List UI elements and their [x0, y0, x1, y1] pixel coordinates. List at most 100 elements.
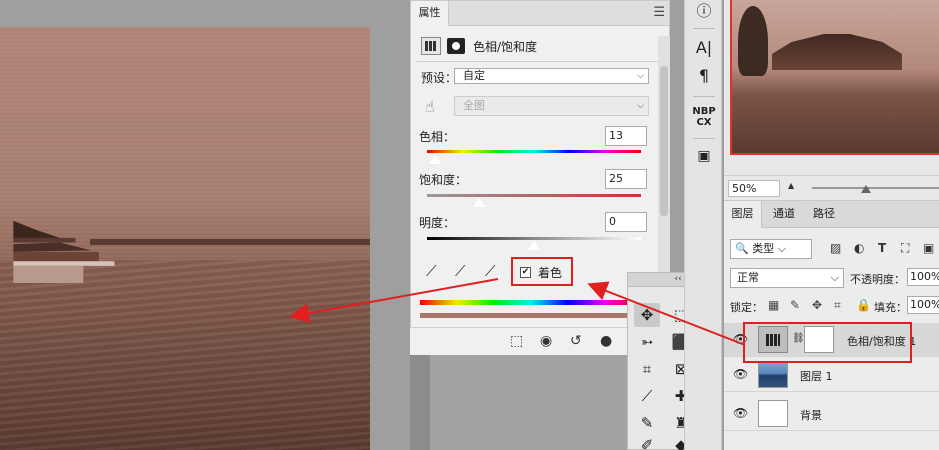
panel-icon-strip: ⓘ A| ¶ NBP CX ▣ — [684, 0, 722, 450]
chevron-down-icon: ⌵ — [637, 71, 644, 81]
panel-menu-icon[interactable]: ☰ — [653, 5, 665, 20]
eye-icon[interactable]: 👁 — [733, 406, 748, 420]
lightness-label: 明度： — [419, 216, 456, 230]
saturation-input[interactable]: 25 — [605, 169, 647, 189]
layer-name: 背景 — [800, 409, 822, 422]
eyedropper-plus-icon[interactable]: ⟋ — [455, 262, 466, 280]
zoom-input[interactable]: 50% — [728, 180, 780, 197]
history-brush-tool-icon[interactable]: ✐ — [634, 433, 660, 450]
hue-slider-thumb[interactable] — [428, 154, 442, 165]
clip-to-layer-icon[interactable]: ⬚ — [510, 333, 523, 349]
fill-input[interactable]: 100% — [907, 296, 939, 314]
blend-mode-select[interactable]: 正常 ⌵ — [730, 268, 844, 288]
chevron-down-icon: ⌵ — [637, 101, 644, 111]
layer-name: 图层 1 — [800, 370, 833, 383]
output-color-bar — [420, 313, 642, 318]
hue-saturation-icon[interactable] — [421, 37, 441, 55]
opacity-input[interactable]: 100% — [907, 268, 939, 286]
preset-select[interactable]: 自定 ⌵ — [454, 68, 649, 84]
zoom-out-icon[interactable]: ▲ — [788, 181, 794, 190]
reset-icon[interactable]: ↺ — [570, 333, 582, 349]
channel-value: 全图 — [463, 99, 485, 112]
eyedropper-tool-icon[interactable]: ⟋ — [634, 384, 660, 408]
divider — [693, 138, 715, 139]
hue-label: 色相： — [419, 130, 456, 144]
layer-thumbnail — [758, 361, 788, 388]
opacity-label: 不透明度： — [850, 273, 905, 286]
navigator-preview[interactable] — [730, 0, 939, 155]
type-filter-icon[interactable]: T — [878, 241, 886, 255]
layers-tabbar: 图层 通道 路径 — [724, 201, 939, 228]
lightness-input[interactable]: 0 — [605, 212, 647, 232]
move-tool-icon[interactable]: ✥ — [634, 303, 660, 327]
colorize-checkbox-highlight[interactable]: ✔ 着色 — [511, 257, 573, 286]
chevron-down-icon: ⌵ — [830, 271, 839, 284]
navigator-panel: 50% ▲ — [724, 0, 939, 205]
brush-tool-icon[interactable]: ✎ — [634, 411, 660, 435]
zoom-row: 50% ▲ — [724, 175, 939, 199]
lightness-slider-thumb[interactable] — [527, 240, 541, 251]
saturation-slider-thumb[interactable] — [472, 197, 486, 208]
divider — [693, 96, 715, 97]
visibility-icon[interactable]: ● — [600, 333, 612, 349]
layer-row-background[interactable]: 👁 背景 — [724, 397, 939, 431]
lock-position-icon[interactable]: ✥ — [812, 298, 822, 312]
layer-highlight-box — [743, 322, 912, 363]
lightness-slider-track[interactable] — [427, 237, 641, 240]
adjustment-header: 色相/饱和度 — [421, 35, 537, 57]
properties-tabbar: 属性 ☰ — [411, 1, 669, 26]
colorize-label: 着色 — [538, 266, 563, 280]
tab-layers[interactable]: 图层 — [724, 201, 762, 228]
saturation-slider-track[interactable] — [427, 194, 641, 197]
lake-water — [0, 259, 370, 450]
zoom-slider-thumb[interactable] — [861, 185, 871, 193]
hue-input[interactable]: 13 — [605, 126, 647, 146]
saturation-label: 饱和度： — [419, 173, 468, 187]
kind-label: 类型 — [752, 242, 775, 255]
smart-object-filter-icon[interactable]: ▣ — [923, 241, 934, 255]
input-color-bar — [420, 300, 642, 305]
divider — [417, 61, 659, 62]
preset-value: 自定 — [463, 69, 485, 82]
adjustment-filter-icon[interactable]: ◐ — [854, 241, 864, 255]
character-icon[interactable]: A| — [691, 38, 717, 57]
lock-image-icon[interactable]: ✎ — [790, 298, 800, 312]
shape-filter-icon[interactable]: ⛶ — [901, 241, 909, 256]
hue-slider-track[interactable] — [427, 150, 641, 153]
blend-mode-value: 正常 — [737, 271, 759, 284]
lasso-tool-icon[interactable]: ➳ — [634, 330, 660, 354]
document-canvas[interactable] — [0, 27, 370, 450]
tab-channels[interactable]: 通道 — [766, 201, 802, 228]
colorize-checkbox[interactable]: ✔ — [520, 267, 531, 278]
pixel-filter-icon[interactable]: ▨ — [830, 241, 841, 255]
lock-label: 锁定： — [730, 301, 763, 314]
lock-transparent-icon[interactable]: ▦ — [768, 298, 779, 312]
layer-row-layer1[interactable]: 👁 图层 1 — [724, 358, 939, 392]
lock-artboard-icon[interactable]: ⌗ — [834, 298, 841, 313]
zoom-slider-track[interactable] — [812, 187, 939, 189]
mask-icon[interactable] — [447, 38, 465, 54]
info-icon[interactable]: ⓘ — [691, 0, 717, 21]
paragraph-icon[interactable]: ¶ — [691, 66, 717, 85]
adjustment-title: 色相/饱和度 — [473, 39, 538, 54]
crop-tool-icon[interactable]: ⌗ — [634, 357, 660, 381]
preview-pavilion — [772, 34, 902, 70]
lock-all-icon[interactable]: 🔒 — [856, 298, 871, 312]
eyedropper-icon[interactable]: ⟋ — [426, 262, 437, 280]
library-icon[interactable]: ▣ — [691, 148, 717, 164]
photoshop-window: 属性 ☰ 色相/饱和度 预设： 自定 ⌵ ☝ 全图 ⌵ 色相： 13 饱和度： … — [0, 0, 939, 450]
divider — [693, 28, 715, 29]
eyedropper-minus-icon[interactable]: ⟋ — [485, 262, 496, 280]
preset-label: 预设： — [421, 71, 458, 85]
fill-label: 填充： — [874, 301, 907, 314]
channel-select: 全图 ⌵ — [454, 96, 649, 116]
pavilion-image — [13, 220, 115, 284]
eye-icon[interactable]: 👁 — [733, 367, 748, 381]
hand-adjust-icon[interactable]: ☝ — [425, 97, 435, 116]
nbp-cx-icon[interactable]: NBP CX — [691, 106, 717, 128]
tab-properties[interactable]: 属性 — [411, 1, 449, 26]
preview-tree — [738, 6, 768, 76]
view-previous-icon[interactable]: ◉ — [540, 333, 552, 349]
layer-kind-filter[interactable]: 🔍 类型 ⌵ — [730, 239, 812, 259]
tab-paths[interactable]: 路径 — [806, 201, 842, 228]
